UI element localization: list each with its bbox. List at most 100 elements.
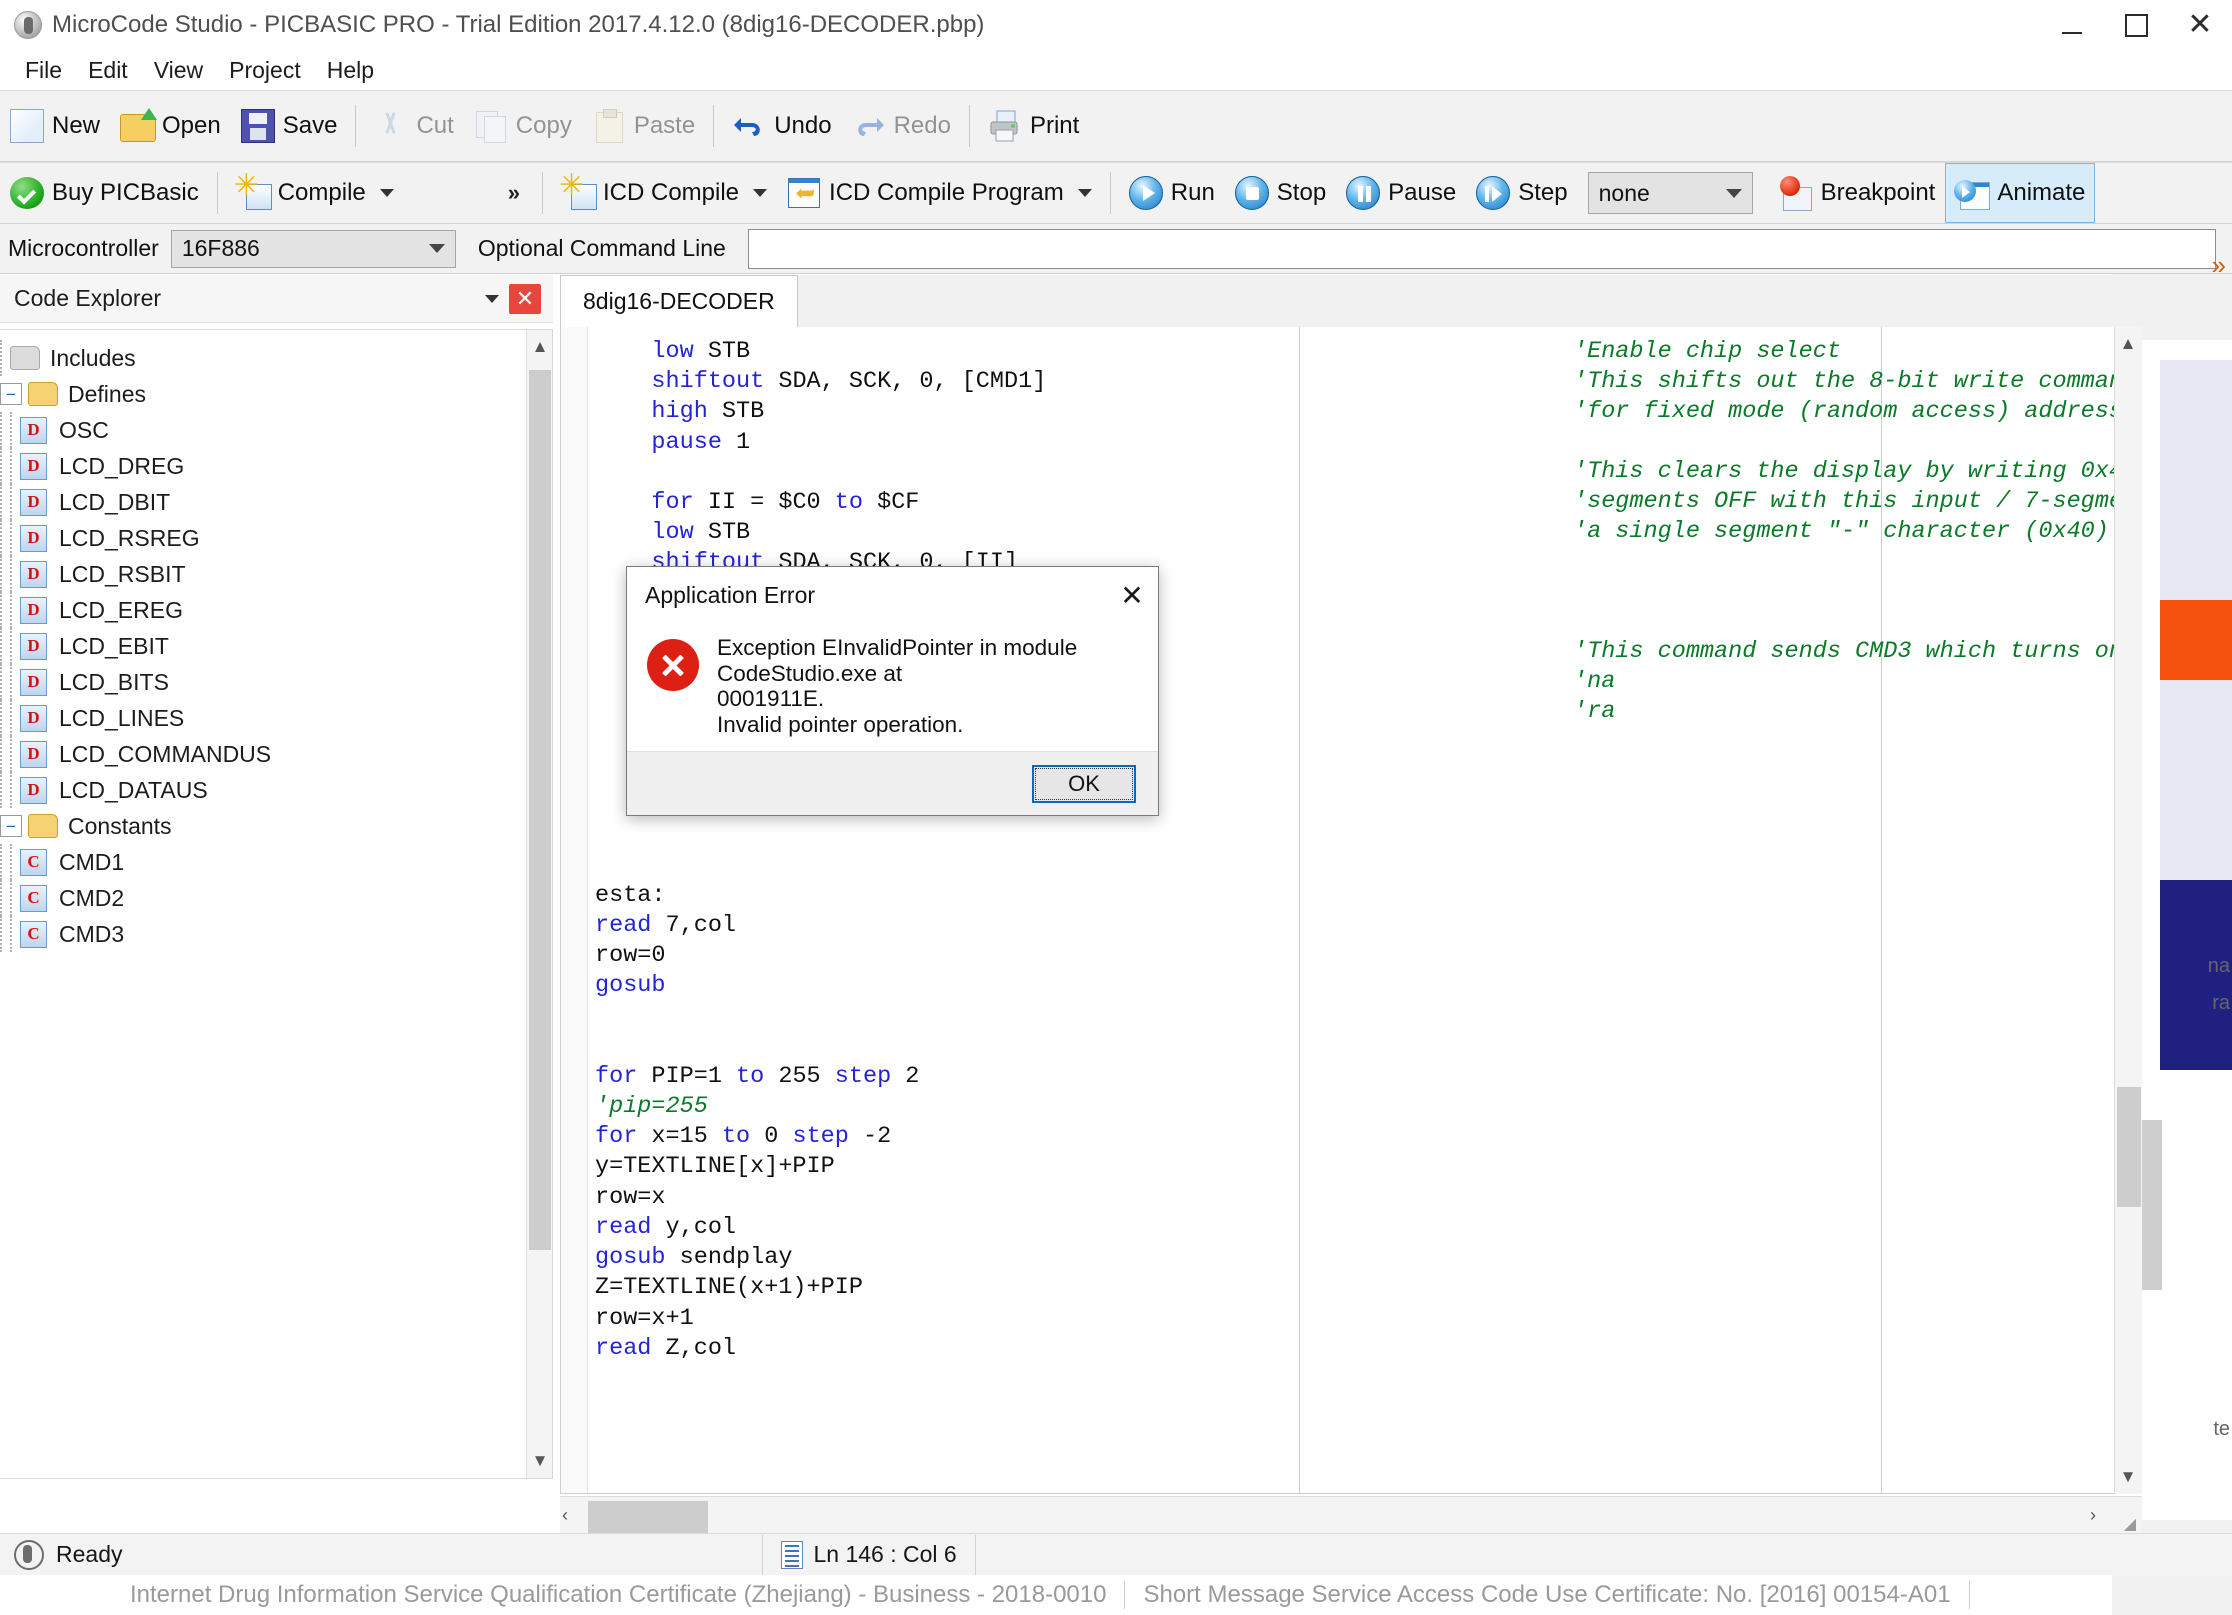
menu-item-file[interactable]: File bbox=[12, 54, 75, 87]
dialog-message-line1: Exception EInvalidPointer in module Code… bbox=[717, 635, 1078, 686]
cut-button[interactable]: Cut bbox=[364, 91, 463, 161]
code-explorer-panel: Code Explorer ✕ Includes − Defines D OSC D LCD… bbox=[0, 275, 553, 1540]
stop-button[interactable]: Stop bbox=[1225, 163, 1336, 223]
scrollbar-thumb[interactable] bbox=[2117, 1087, 2141, 1207]
floppy-disk-icon bbox=[240, 109, 275, 143]
tree-toggle-icon[interactable]: − bbox=[0, 383, 22, 405]
minimize-button[interactable] bbox=[2040, 0, 2104, 50]
scroll-up-icon[interactable]: ▲ bbox=[527, 332, 552, 362]
background-text-2: ra bbox=[2212, 992, 2230, 1014]
tree-item[interactable]: C CMD1 bbox=[0, 844, 552, 880]
chevron-down-icon[interactable] bbox=[1077, 189, 1092, 197]
menu-item-view[interactable]: View bbox=[141, 54, 216, 87]
toolbar-expand-arrow-icon[interactable]: » bbox=[2212, 250, 2226, 281]
tree-item[interactable]: D LCD_RSREG bbox=[0, 520, 552, 556]
scroll-down-icon[interactable]: ▼ bbox=[527, 1446, 552, 1476]
tree-item[interactable]: D LCD_DBIT bbox=[0, 484, 552, 520]
tree-guide bbox=[10, 448, 12, 484]
code-explorer-close-button[interactable]: ✕ bbox=[509, 283, 541, 314]
tree-item[interactable]: D LCD_LINES bbox=[0, 700, 552, 736]
maximize-icon bbox=[2125, 14, 2148, 37]
tree-item-label: LCD_EREG bbox=[59, 596, 183, 623]
icd-compile-button[interactable]: ICD Compile bbox=[551, 163, 777, 223]
open-button[interactable]: Open bbox=[110, 91, 231, 161]
chevron-down-icon[interactable] bbox=[753, 189, 768, 197]
run-button[interactable]: Run bbox=[1119, 163, 1225, 223]
print-label: Print bbox=[1029, 112, 1080, 139]
menu-item-help[interactable]: Help bbox=[314, 54, 387, 87]
dialog-message-line2: 0001911E. bbox=[717, 686, 825, 711]
undo-label: Undo bbox=[774, 112, 832, 139]
define-icon: D bbox=[20, 596, 47, 624]
line-col-text: Ln 146 : Col 6 bbox=[813, 1541, 957, 1567]
tree-item[interactable]: D LCD_RSBIT bbox=[0, 556, 552, 592]
close-button[interactable]: ✕ bbox=[2168, 0, 2232, 50]
ok-button[interactable]: OK bbox=[1032, 764, 1136, 803]
optional-command-line-input[interactable] bbox=[747, 228, 2216, 269]
editor-tabstrip: 8dig16-DECODER bbox=[560, 275, 2142, 327]
dialog-close-button[interactable]: ✕ bbox=[1106, 571, 1158, 619]
scroll-right-icon[interactable]: › bbox=[2090, 1505, 2096, 1526]
explorer-vertical-scrollbar[interactable]: ▲ ▼ bbox=[526, 330, 552, 1478]
scrollbar-thumb[interactable] bbox=[588, 1501, 708, 1535]
paste-button[interactable]: Paste bbox=[582, 91, 705, 161]
tree-item[interactable]: D LCD_EREG bbox=[0, 592, 552, 628]
breakpoint-button[interactable]: Breakpoint bbox=[1769, 163, 1946, 223]
tree-item-label: Defines bbox=[68, 380, 146, 407]
tree-item[interactable]: D LCD_BITS bbox=[0, 664, 552, 700]
tree-item[interactable]: D LCD_COMMANDUS bbox=[0, 736, 552, 772]
editor-vertical-scrollbar[interactable]: ▲ ▼ bbox=[2114, 327, 2142, 1494]
dialog-footer: OK bbox=[627, 751, 1158, 815]
compile-button[interactable]: Compile bbox=[226, 163, 404, 223]
chevron-down-icon[interactable] bbox=[379, 189, 394, 197]
folder-icon bbox=[28, 814, 58, 838]
copy-button[interactable]: Copy bbox=[464, 91, 582, 161]
scroll-left-icon[interactable]: ‹ bbox=[562, 1505, 568, 1526]
tree-item[interactable]: D LCD_EBIT bbox=[0, 628, 552, 664]
tree-guide bbox=[0, 484, 2, 520]
scrollbar-thumb[interactable] bbox=[529, 370, 551, 1250]
scroll-down-icon[interactable]: ▼ bbox=[2115, 1462, 2141, 1492]
window-title: MicroCode Studio - PICBASIC PRO - Trial … bbox=[52, 11, 985, 38]
icd-compile-program-button[interactable]: ICD Compile Program bbox=[777, 163, 1102, 223]
tree-item-label: LCD_RSBIT bbox=[59, 560, 186, 587]
code-comment: 'for fixed mode (random access) addressi… bbox=[1573, 398, 2142, 425]
tree-guide bbox=[10, 556, 12, 592]
define-icon: D bbox=[20, 668, 47, 696]
scroll-up-icon[interactable]: ▲ bbox=[2115, 329, 2141, 359]
code-editor[interactable]: low STB shiftout SDA, SCK, 0, [CMD1] hig… bbox=[560, 327, 2142, 1494]
tree-item[interactable]: D LCD_DATAUS bbox=[0, 772, 552, 808]
resize-grip-icon[interactable]: ◢ bbox=[2124, 1514, 2136, 1534]
maximize-button[interactable] bbox=[2104, 0, 2168, 50]
print-button[interactable]: Print bbox=[978, 91, 1089, 161]
microcontroller-select[interactable]: 16F886 bbox=[170, 229, 456, 268]
pause-button[interactable]: Pause bbox=[1336, 163, 1466, 223]
tree-item[interactable]: D LCD_DREG bbox=[0, 448, 552, 484]
step-mode-select[interactable]: none bbox=[1587, 172, 1753, 214]
dialog-body: Exception EInvalidPointer in module Code… bbox=[627, 623, 1158, 737]
buy-picbasic-button[interactable]: Buy PICBasic bbox=[0, 163, 209, 223]
tree-item[interactable]: D OSC bbox=[0, 412, 552, 448]
code-explorer-title: Code Explorer bbox=[14, 285, 162, 311]
breakpoint-icon bbox=[1779, 176, 1813, 211]
toolbar-overflow-button[interactable]: » bbox=[494, 163, 534, 223]
microcontroller-label: Microcontroller bbox=[8, 235, 159, 261]
save-button[interactable]: Save bbox=[231, 91, 348, 161]
tree-item[interactable]: C CMD3 bbox=[0, 916, 552, 952]
undo-button[interactable]: Undo bbox=[722, 91, 841, 161]
tab-8dig16-decoder[interactable]: 8dig16-DECODER bbox=[560, 275, 798, 327]
tree-item[interactable]: C CMD2 bbox=[0, 880, 552, 916]
step-button[interactable]: Step bbox=[1466, 163, 1577, 223]
menu-item-project[interactable]: Project bbox=[216, 54, 314, 87]
editor-gutter bbox=[561, 327, 588, 1493]
line-col-indicator[interactable]: Ln 146 : Col 6 bbox=[763, 1534, 974, 1576]
animate-button[interactable]: Animate bbox=[1945, 163, 2096, 223]
new-button[interactable]: New bbox=[0, 91, 110, 161]
tree-toggle-icon[interactable]: − bbox=[0, 815, 22, 837]
redo-button[interactable]: Redo bbox=[842, 91, 961, 161]
chevron-down-icon[interactable] bbox=[485, 294, 499, 303]
menu-item-edit[interactable]: Edit bbox=[75, 54, 141, 87]
tree-item[interactable]: Includes bbox=[0, 340, 552, 376]
tree-item[interactable]: − Defines bbox=[0, 376, 552, 412]
tree-item[interactable]: − Constants bbox=[0, 808, 552, 844]
